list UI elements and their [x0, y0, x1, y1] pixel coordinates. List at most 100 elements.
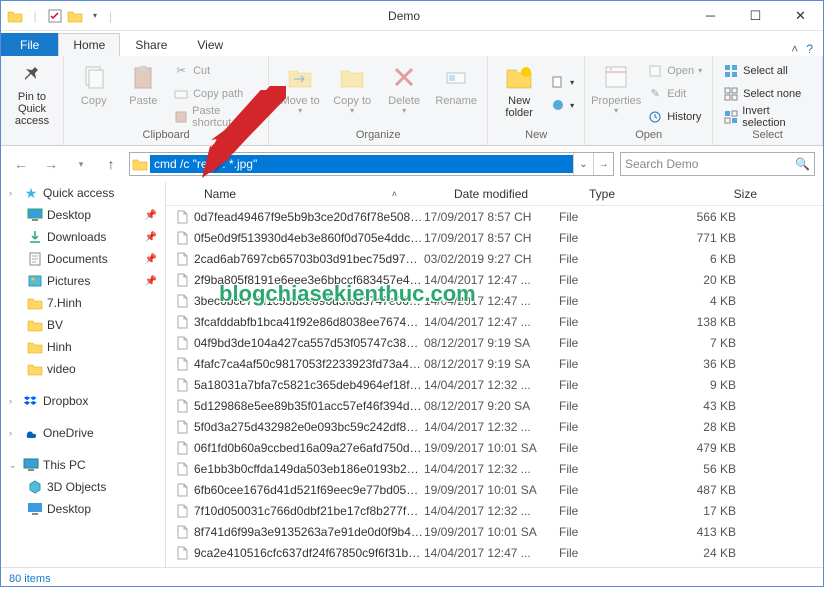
tree-3d-objects[interactable]: 3D Objects: [1, 476, 165, 498]
tab-view[interactable]: View: [182, 33, 238, 56]
file-date: 17/09/2017 8:57 CH: [424, 210, 559, 224]
file-name: 5d129868e5ee89b35f01acc57ef46f394dac...: [194, 399, 424, 413]
tree-onedrive[interactable]: ›OneDrive: [1, 422, 165, 444]
file-row[interactable]: 2f9ba805f8191e6eee3e6bbccf683457e4aeb...…: [166, 269, 823, 290]
up-button[interactable]: ↑: [99, 152, 123, 176]
checkbox-icon[interactable]: [47, 8, 63, 24]
open-button[interactable]: Open▾: [643, 60, 706, 82]
paste-icon: [127, 61, 159, 93]
pc-icon: [23, 457, 39, 473]
copy-path-button[interactable]: Copy path: [169, 83, 262, 105]
tab-home[interactable]: Home: [58, 33, 120, 56]
tree-desktop[interactable]: Desktop📌: [1, 204, 165, 226]
tree-this-pc[interactable]: ⌄This PC: [1, 454, 165, 476]
new-folder-button[interactable]: New folder: [494, 59, 544, 129]
delete-button[interactable]: Delete▾: [379, 59, 429, 129]
file-row[interactable]: 3fcafddabfb1bca41f92e86d8038ee7674cd... 1…: [166, 311, 823, 332]
file-size: 43 KB: [649, 399, 744, 413]
easy-access-button[interactable]: ▾: [546, 94, 578, 116]
file-name: 2cad6ab7697cb65703b03d91bec75d97376...: [194, 252, 424, 266]
maximize-button[interactable]: ☐: [733, 1, 778, 31]
recent-dropdown[interactable]: ▾: [69, 152, 93, 176]
folder-small-icon[interactable]: [67, 8, 83, 24]
col-size[interactable]: Size: [671, 187, 766, 201]
tree-pictures[interactable]: Pictures📌: [1, 270, 165, 292]
collapse-ribbon-icon[interactable]: ˄: [791, 42, 798, 56]
col-date[interactable]: Date modified: [446, 187, 581, 201]
file-row[interactable]: 0f5e0d9f513930d4eb3e860f0d705e4ddcb4...1…: [166, 227, 823, 248]
address-dropdown-icon[interactable]: ⌄: [573, 153, 593, 175]
search-box[interactable]: Search Demo 🔍: [620, 152, 815, 176]
tree-quick-access[interactable]: ›★Quick access: [1, 182, 165, 204]
file-row[interactable]: 6fb60cee1676d41d521f69eec9e77bd053e7...1…: [166, 479, 823, 500]
file-size: 771 KB: [649, 231, 744, 245]
forward-button[interactable]: →: [39, 152, 63, 176]
new-item-button[interactable]: ▾: [546, 71, 578, 93]
close-button[interactable]: ✕: [778, 1, 823, 31]
column-headers[interactable]: Name˄ Date modified Type Size: [166, 182, 823, 206]
file-row[interactable]: 7f10d050031c766d0dbf21be17cf8b277fbc...1…: [166, 500, 823, 521]
cut-button[interactable]: ✂Cut: [169, 60, 262, 82]
tree-documents[interactable]: Documents📌: [1, 248, 165, 270]
tree-hinh[interactable]: Hinh: [1, 336, 165, 358]
file-size: 138 KB: [649, 315, 744, 329]
file-type: File: [559, 483, 649, 497]
col-name[interactable]: Name˄: [196, 187, 446, 201]
file-date: 17/09/2017 8:57 CH: [424, 231, 559, 245]
file-row[interactable]: 9ca2e410516cfc637df24f67850c9f6f31b1...1…: [166, 542, 823, 563]
paste-button[interactable]: Paste: [120, 59, 168, 129]
tree-bv[interactable]: BV: [1, 314, 165, 336]
file-type: File: [559, 420, 649, 434]
tree-7hinh[interactable]: 7.Hinh: [1, 292, 165, 314]
tree-video[interactable]: video: [1, 358, 165, 380]
tree-dropbox[interactable]: ›Dropbox: [1, 390, 165, 412]
file-row[interactable]: 0d7fead49467f9e5b9b3ce20d76f78e508d3...1…: [166, 206, 823, 227]
file-row[interactable]: 4fafc7ca4af50c9817053f2233923fd73a47b...…: [166, 353, 823, 374]
qat-dropdown-icon[interactable]: ▾: [87, 8, 103, 24]
file-row[interactable]: 5f0d3a275d432982e0e093bc59c242df83b0...1…: [166, 416, 823, 437]
minimize-button[interactable]: ─: [688, 1, 733, 31]
file-type: File: [559, 378, 649, 392]
tree-downloads[interactable]: Downloads📌: [1, 226, 165, 248]
go-button[interactable]: →: [593, 153, 613, 175]
file-date: 14/04/2017 12:47 ...: [424, 294, 559, 308]
file-row[interactable]: 04f9bd3de104a427ca557d53f05747c382a6...0…: [166, 332, 823, 353]
file-name: 3fcafddabfb1bca41f92e86d8038ee7674cd...: [194, 315, 424, 329]
tab-share[interactable]: Share: [120, 33, 182, 56]
back-button[interactable]: ←: [9, 152, 33, 176]
col-type[interactable]: Type: [581, 187, 671, 201]
move-to-button[interactable]: Move to▾: [275, 59, 325, 129]
address-input[interactable]: cmd /c "ren *. *.jpg": [150, 155, 573, 173]
file-type: File: [559, 336, 649, 350]
file-date: 14/04/2017 12:32 ...: [424, 420, 559, 434]
address-bar[interactable]: cmd /c "ren *. *.jpg" ⌄ →: [129, 152, 614, 176]
file-row[interactable]: 06f1fd0b60a9ccbed16a09a27e6afd750dec...1…: [166, 437, 823, 458]
select-none-button[interactable]: Select none: [719, 83, 816, 105]
history-button[interactable]: History: [643, 106, 706, 128]
nav-tree[interactable]: ›★Quick access Desktop📌 Downloads📌 Docum…: [1, 182, 166, 567]
file-row[interactable]: 5d129868e5ee89b35f01acc57ef46f394dac...0…: [166, 395, 823, 416]
copy-button[interactable]: Copy: [70, 59, 118, 129]
file-row[interactable]: 3bec6bce77d1c93b9e096d3f6d3747e06f02...1…: [166, 290, 823, 311]
tab-file[interactable]: File: [1, 33, 58, 56]
rename-icon: [440, 61, 472, 93]
divider: |: [109, 9, 112, 23]
copy-to-button[interactable]: Copy to▾: [327, 59, 377, 129]
group-new-label: New: [525, 129, 547, 143]
file-row[interactable]: 8f741d6f99a3e9135263a7e91de0d0f9b449...1…: [166, 521, 823, 542]
select-all-button[interactable]: Select all: [719, 60, 816, 82]
group-open-label: Open: [635, 129, 662, 143]
rename-button[interactable]: Rename: [431, 59, 481, 129]
edit-button[interactable]: ✎Edit: [643, 83, 706, 105]
file-row[interactable]: 5a18031a7bfa7c5821c365deb4964ef18f7b...1…: [166, 374, 823, 395]
help-icon[interactable]: ?: [806, 42, 813, 56]
pin-quick-access-button[interactable]: Pin to Quick access: [7, 59, 57, 129]
properties-button[interactable]: Properties▾: [591, 59, 641, 129]
paste-shortcut-button[interactable]: Paste shortcut: [169, 106, 262, 128]
file-row[interactable]: 6e1bb3b0cffda149da503eb186e0193b2eb0...1…: [166, 458, 823, 479]
invert-selection-button[interactable]: Invert selection: [719, 106, 816, 128]
file-icon: [174, 461, 190, 477]
file-row[interactable]: 2cad6ab7697cb65703b03d91bec75d97376...03…: [166, 248, 823, 269]
tree-desktop2[interactable]: Desktop: [1, 498, 165, 520]
file-list[interactable]: Name˄ Date modified Type Size 0d7fead494…: [166, 182, 823, 567]
